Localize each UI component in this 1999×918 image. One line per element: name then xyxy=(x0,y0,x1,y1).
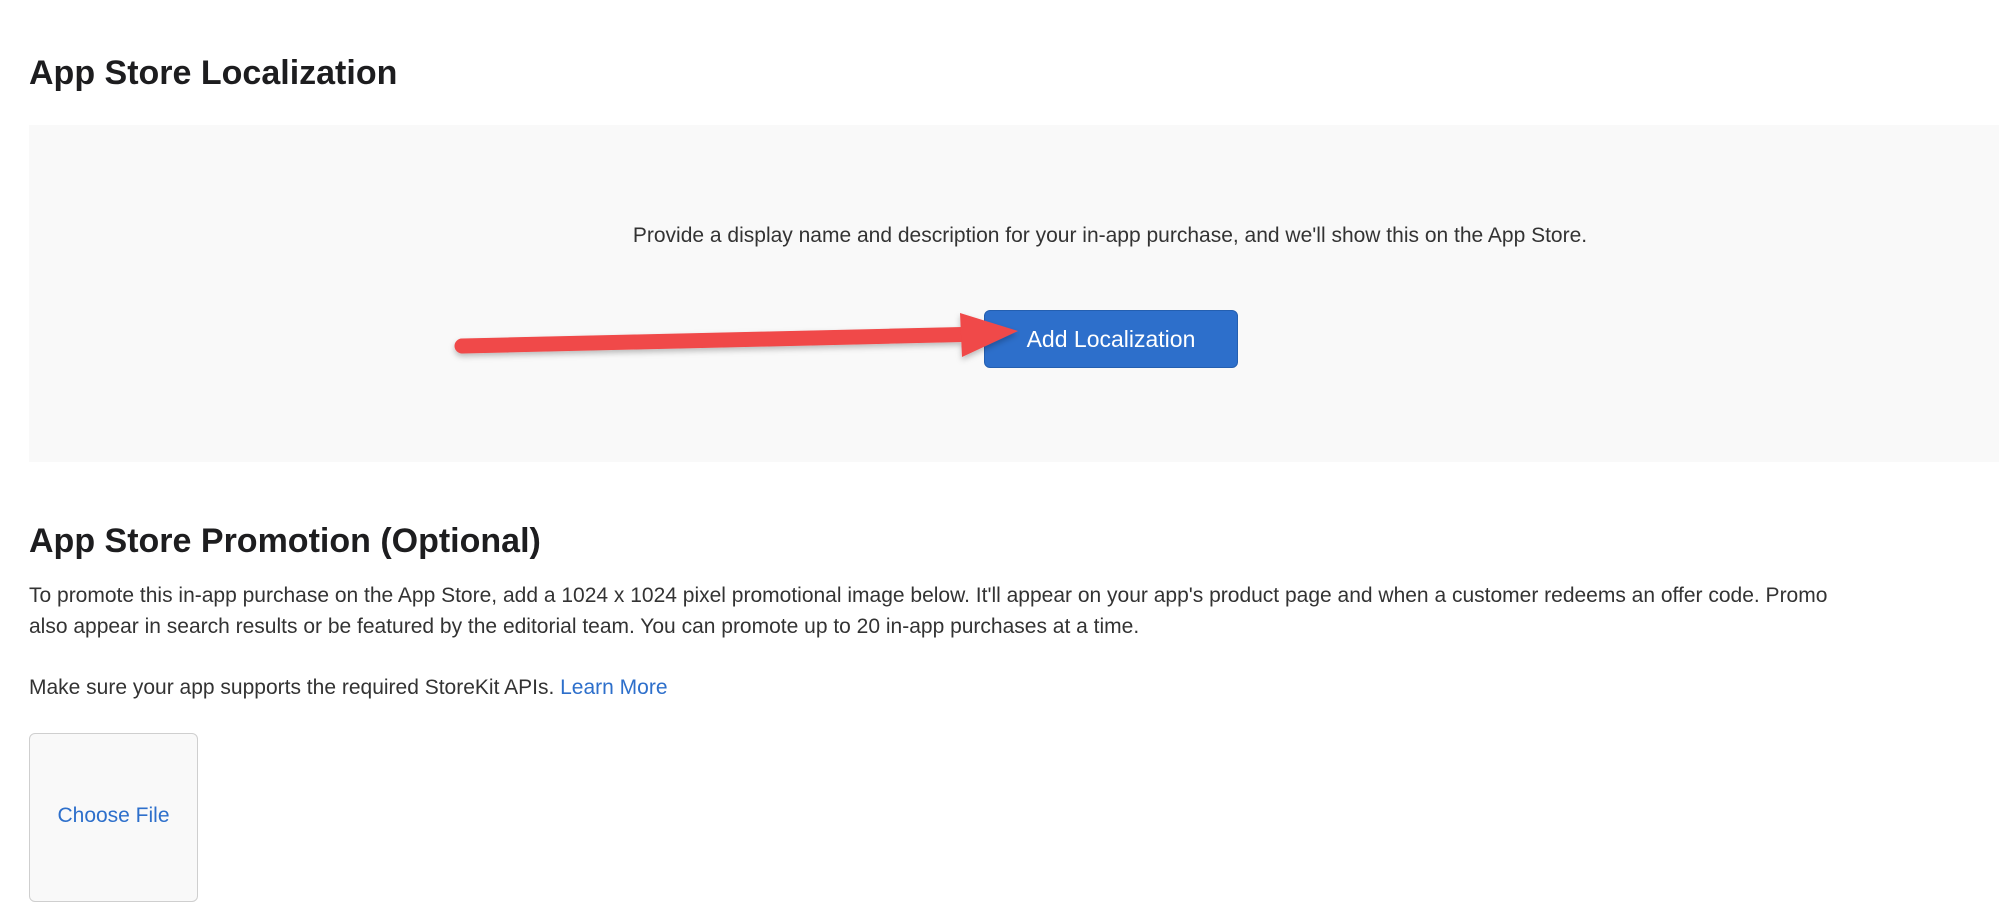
promotional-image-dropzone[interactable]: Choose File xyxy=(29,733,198,902)
storekit-requirement: Make sure your app supports the required… xyxy=(29,672,668,703)
add-localization-button[interactable]: Add Localization xyxy=(984,310,1238,368)
promotion-section-title: App Store Promotion (Optional) xyxy=(29,522,541,560)
storekit-requirement-text: Make sure your app supports the required… xyxy=(29,676,561,699)
localization-section-title: App Store Localization xyxy=(29,54,398,92)
localization-description: Provide a display name and description f… xyxy=(632,224,1588,247)
choose-file-button[interactable]: Choose File xyxy=(30,804,197,828)
learn-more-link[interactable]: Learn More xyxy=(560,676,667,699)
promotion-description-line-1: To promote this in-app purchase on the A… xyxy=(29,584,1828,607)
page: App Store Localization Provide a display… xyxy=(0,0,1999,918)
promotion-description-line-2: also appear in search results or be feat… xyxy=(29,615,1140,638)
localization-empty-panel xyxy=(29,125,1999,462)
promotion-description: To promote this in-app purchase on the A… xyxy=(29,580,1999,642)
